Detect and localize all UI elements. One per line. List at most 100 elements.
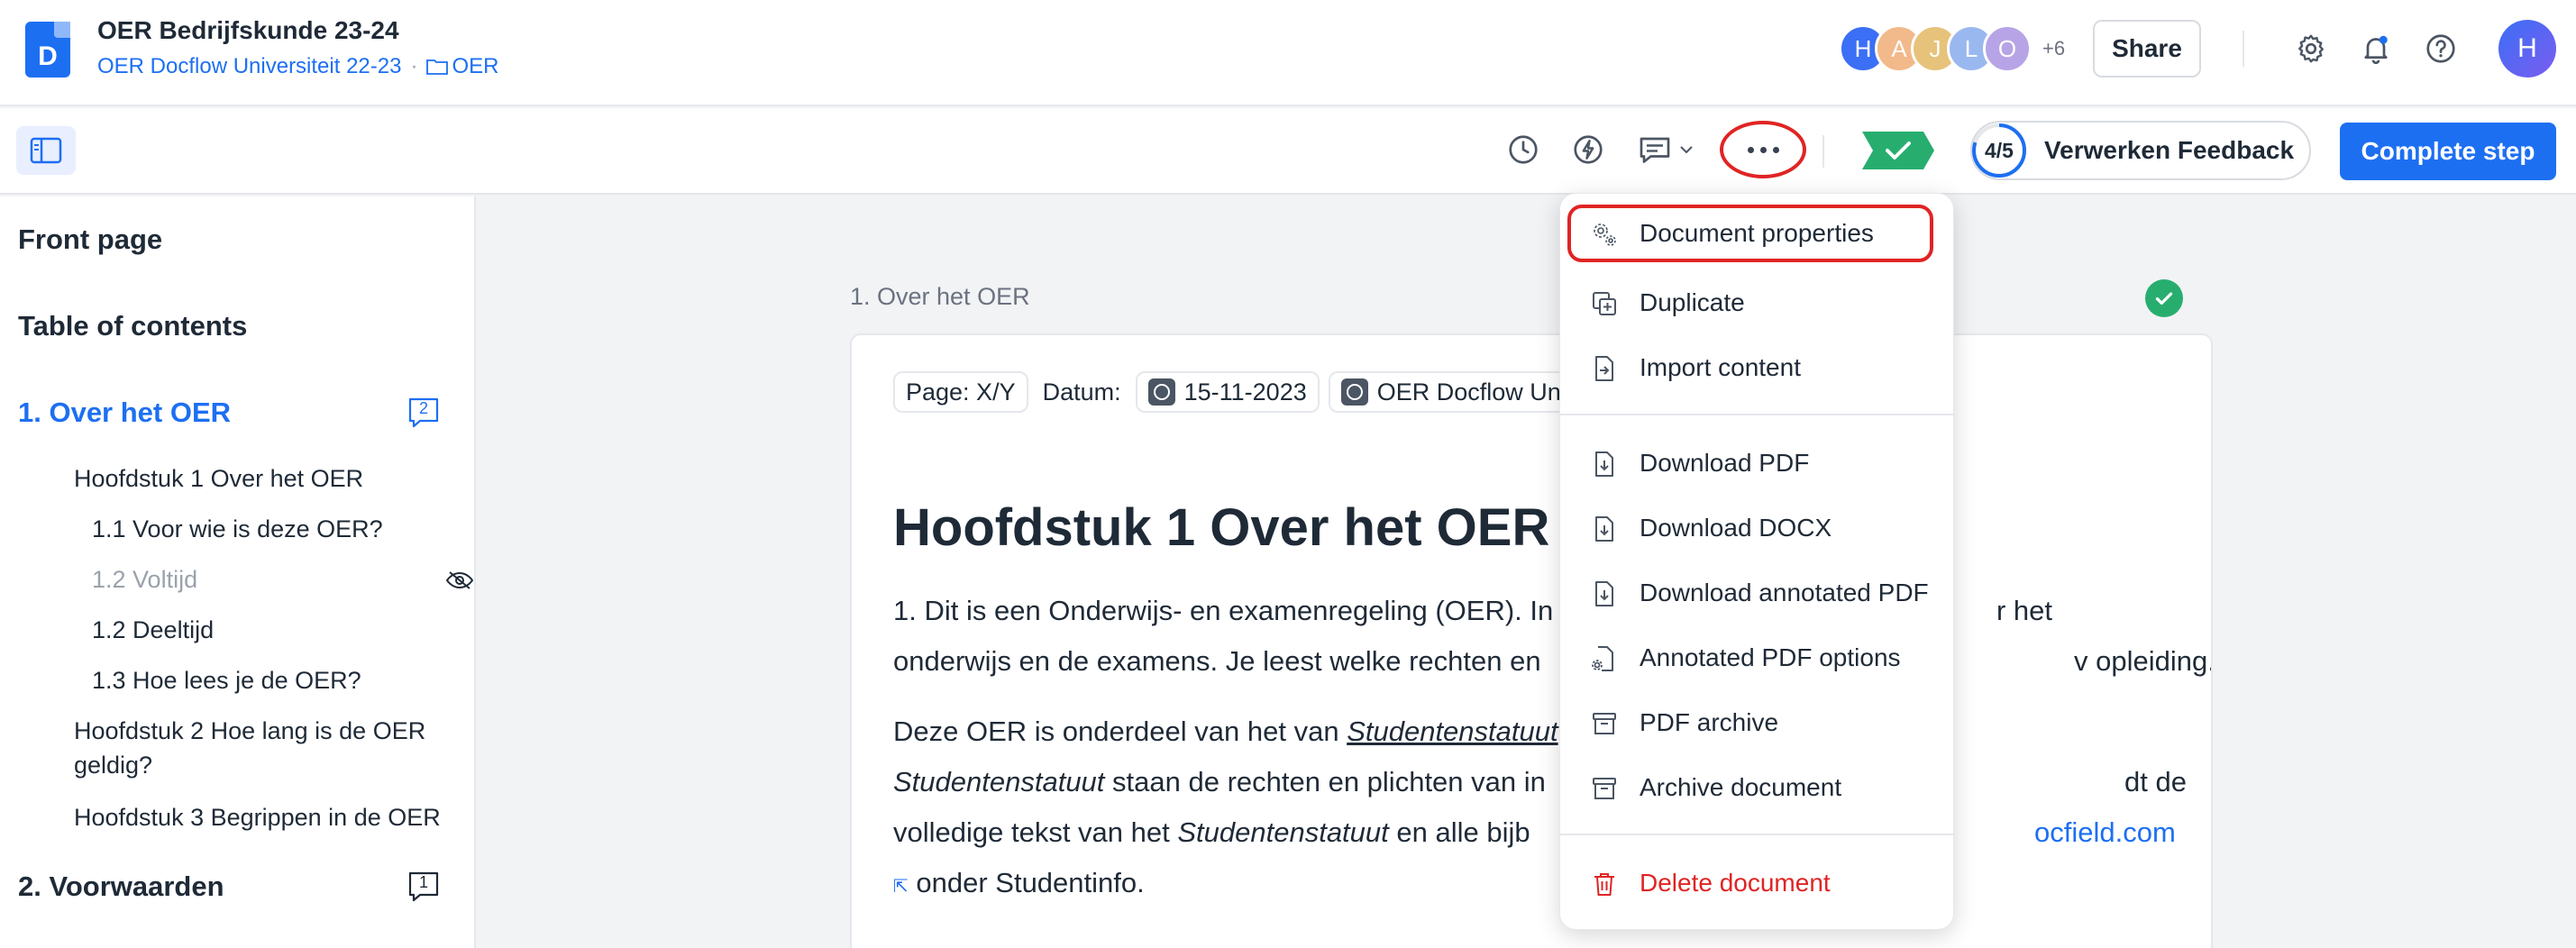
website-link[interactable]: ocfield.com <box>2034 816 2176 848</box>
sidebar-item-1-3[interactable]: 1.3 Hoe lees je de OER? <box>92 667 361 695</box>
top-bar: D OER Bedrijfskunde 23-24 OER Docflow Un… <box>0 0 2576 106</box>
document-title[interactable]: OER Bedrijfskunde 23-24 <box>97 16 399 45</box>
document-content-area: 1. Over het OER Page: X/Y Datum: 15-11-2… <box>478 196 2576 948</box>
menu-item-download-docx[interactable]: Download DOCX <box>1560 499 1955 557</box>
menu-item-archive-document[interactable]: Archive document <box>1560 759 1955 816</box>
page-number-text: Page: X/Y <box>906 378 1016 406</box>
sidebar-toggle-button[interactable] <box>16 126 76 175</box>
notifications-button[interactable] <box>2356 29 2396 68</box>
menu-item-duplicate[interactable]: Duplicate <box>1560 274 1955 332</box>
more-collaborators-count[interactable]: +6 <box>2042 37 2065 60</box>
breadcrumb-folder-label: OER <box>452 54 499 78</box>
menu-divider <box>1560 834 1955 835</box>
sidebar-item-hoofdstuk-1[interactable]: Hoofdstuk 1 Over het OER <box>74 465 363 493</box>
date-label: Datum: <box>1042 378 1121 406</box>
variable-icon <box>1147 378 1175 406</box>
check-icon <box>2155 292 2173 305</box>
sidebar-item-1-2-voltijd[interactable]: 1.2 Voltijd <box>92 566 197 594</box>
menu-item-import-content[interactable]: Import content <box>1560 339 1955 397</box>
menu-item-pdf-archive[interactable]: PDF archive <box>1560 694 1955 752</box>
paragraph-text: dt de <box>2124 766 2187 798</box>
user-avatar[interactable]: H <box>2498 20 2556 77</box>
automation-button[interactable] <box>1567 128 1610 171</box>
app-logo[interactable]: D <box>25 22 70 77</box>
step-status-flag-icon[interactable] <box>1862 132 1934 169</box>
menu-item-document-properties[interactable]: Document properties <box>1567 205 1933 262</box>
avatar[interactable]: O <box>1983 24 2032 73</box>
paragraph-2-link: ocfield.com <box>2034 807 2211 858</box>
menu-item-label: Download annotated PDF <box>1640 579 1929 606</box>
duplicate-icon <box>1593 292 1616 315</box>
comments-dropdown-button[interactable] <box>1630 128 1702 171</box>
sidebar-item-1-1[interactable]: 1.1 Voor wie is deze OER? <box>92 515 383 543</box>
italic-term: Studentenstatuut <box>1177 816 1389 848</box>
sidebar-item-section-1[interactable]: 1. Over het OER <box>18 397 231 429</box>
document-toolbar: 4/5 Verwerken Feedback Complete step <box>0 108 2576 195</box>
chapter-heading[interactable]: Hoofdstuk 1 Over het OER <box>893 497 1549 558</box>
complete-step-button[interactable]: Complete step <box>2340 123 2556 180</box>
comment-count: 2 <box>418 399 428 417</box>
document-page[interactable]: Page: X/Y Datum: 15-11-2023 OER Docflow … <box>850 333 2213 948</box>
section-2-comment-badge[interactable]: 1 <box>407 871 440 903</box>
page-number-chip[interactable]: Page: X/Y <box>893 371 1028 413</box>
breadcrumb-folder-link[interactable]: OER <box>426 54 498 79</box>
archive-icon <box>1593 778 1616 799</box>
sidebar-item-hoofdstuk-3[interactable]: Hoofdstuk 3 Begrippen in de OER <box>74 804 441 832</box>
collaborator-avatars[interactable]: H A J L O +6 <box>1839 23 2065 74</box>
paragraph-text: en alle bijb <box>1388 816 1530 848</box>
sidebar-item-1-2-deeltijd[interactable]: 1.2 Deeltijd <box>92 616 214 644</box>
comment-count: 1 <box>418 873 428 891</box>
paragraph-2[interactable]: Deze OER is onderdeel van het van Studen… <box>893 706 2191 912</box>
hidden-eye-icon[interactable] <box>445 570 474 591</box>
file-settings-icon <box>1592 646 1613 671</box>
menu-item-label: Archive document <box>1640 773 1842 801</box>
gear-icon <box>2298 34 2324 63</box>
menu-item-label: Download PDF <box>1640 449 1810 477</box>
sidebar-item-front-page[interactable]: Front page <box>18 223 162 256</box>
sidebar-panel-icon <box>30 137 62 164</box>
section-complete-badge[interactable] <box>2145 279 2183 317</box>
table-of-contents-sidebar: Front page Table of contents 1. Over het… <box>0 196 476 948</box>
menu-item-download-annotated-pdf[interactable]: Download annotated PDF <box>1560 564 1955 622</box>
breadcrumb: OER Docflow Universiteit 22-23 · OER <box>97 54 498 79</box>
menu-item-label: Delete document <box>1640 869 1831 897</box>
paragraph-text: r het <box>1996 595 2053 626</box>
bell-icon <box>2364 35 2388 65</box>
paragraph-text: v opleiding. <box>2074 645 2213 677</box>
paragraph-1-tail: r het <box>1996 586 2195 636</box>
breadcrumb-parent-link[interactable]: OER Docflow Universiteit 22-23 <box>97 54 401 79</box>
chevron-down-icon <box>1680 146 1693 154</box>
more-options-button[interactable] <box>1720 121 1806 178</box>
workflow-step-indicator[interactable]: 4/5 Verwerken Feedback <box>1970 121 2311 180</box>
sidebar-item-section-2[interactable]: 2. Voorwaarden <box>18 871 224 903</box>
menu-item-annotated-pdf-options[interactable]: Annotated PDF options <box>1560 629 1955 687</box>
variable-icon <box>1340 378 1368 406</box>
section-1-comment-badge[interactable]: 2 <box>407 397 440 429</box>
import-icon <box>1595 356 1613 381</box>
download-icon <box>1595 581 1613 606</box>
history-button[interactable] <box>1502 128 1545 171</box>
help-button[interactable] <box>2421 29 2461 68</box>
external-link-icon[interactable]: ⇱ <box>893 877 909 897</box>
menu-item-label: Import content <box>1640 353 1801 381</box>
menu-item-delete-document[interactable]: Delete document <box>1560 854 1955 912</box>
sidebar-item-table-of-contents[interactable]: Table of contents <box>18 310 247 342</box>
menu-item-label: Download DOCX <box>1640 514 1832 542</box>
settings-button[interactable] <box>2291 29 2331 68</box>
comment-icon <box>1640 137 1670 163</box>
gears-icon <box>1594 223 1616 246</box>
help-icon <box>2426 34 2455 63</box>
more-options-menu: Document properties Duplicate Import con… <box>1559 193 1955 930</box>
lightning-icon <box>1574 135 1603 164</box>
date-value: 15-11-2023 <box>1183 378 1307 406</box>
step-progress-ring: 4/5 <box>1970 122 2028 179</box>
italic-term: Studentenstatuut <box>893 766 1105 798</box>
sidebar-item-hoofdstuk-2[interactable]: Hoofdstuk 2 Hoe lang is de OER geldig? <box>74 714 470 782</box>
date-chip[interactable]: 15-11-2023 <box>1135 371 1320 413</box>
download-icon <box>1595 451 1613 477</box>
organization-chip[interactable]: OER Docflow Un <box>1328 371 1572 413</box>
ellipsis-icon <box>1747 146 1754 153</box>
share-button[interactable]: Share <box>2093 20 2201 77</box>
italic-term: Studentenstatuut <box>1347 716 1558 747</box>
menu-item-download-pdf[interactable]: Download PDF <box>1560 434 1955 492</box>
